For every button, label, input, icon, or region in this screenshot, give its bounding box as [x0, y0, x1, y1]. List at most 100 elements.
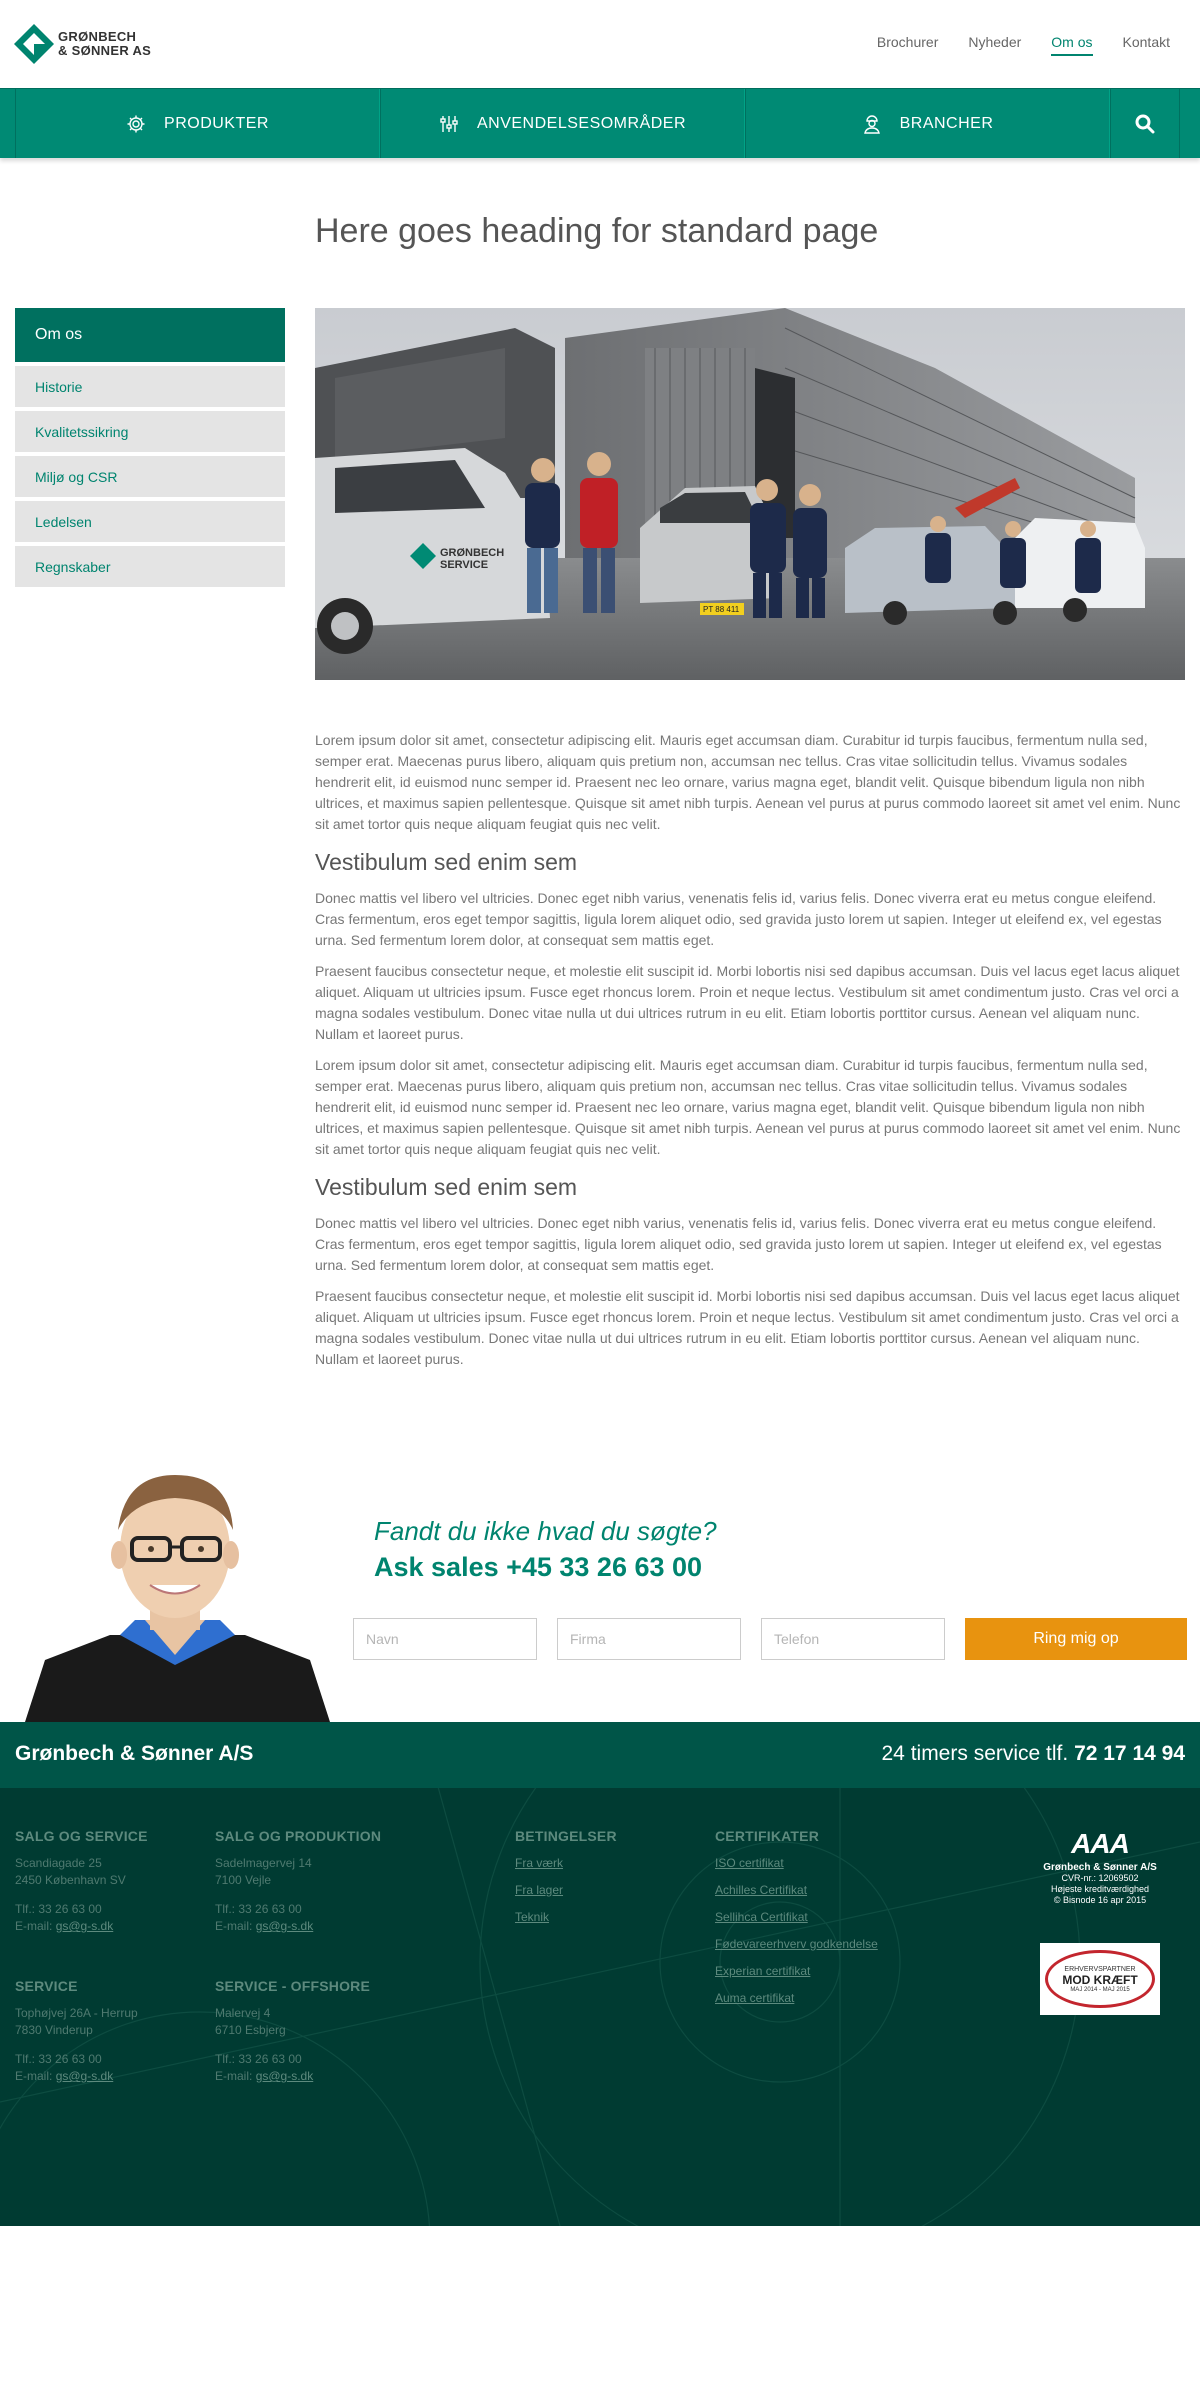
- aaa-company: Grønbech & Sønner A/S: [1043, 1862, 1157, 1873]
- article-paragraph: Praesent faucibus consectetur neque, et …: [315, 1288, 1180, 1367]
- footer-link-auma[interactable]: Auma certifikat: [715, 1990, 878, 2007]
- phone-input[interactable]: [761, 1618, 945, 1660]
- article-subheading: Vestibulum sed enim sem: [315, 849, 578, 875]
- footer-heading: SERVICE: [15, 1978, 78, 1994]
- footer-tel: Tlf.: 33 26 63 00: [215, 2052, 302, 2066]
- van-text-2: SERVICE: [440, 559, 488, 571]
- footer-address: 7100 Vejle: [215, 1873, 272, 1887]
- aaa-line: Højeste kreditværdighed: [1050, 1884, 1150, 1894]
- article-paragraph: Lorem ipsum dolor sit amet, consectetur …: [315, 732, 1181, 832]
- footer-link-teknik[interactable]: Teknik: [515, 1909, 617, 1926]
- top-bar: GRØNBECH & SØNNER AS Brochurer Nyheder O…: [0, 0, 1200, 88]
- top-nav-kontakt[interactable]: Kontakt: [1123, 34, 1170, 56]
- company-input[interactable]: [557, 1618, 741, 1660]
- footer-heading: SERVICE - OFFSHORE: [215, 1978, 371, 1994]
- footer-email-link[interactable]: gs@g-s.dk: [56, 1919, 114, 1933]
- footer-link-iso[interactable]: ISO certifikat: [715, 1855, 878, 1872]
- footer-heading: SALG OG SERVICE: [15, 1828, 148, 1844]
- footer-tel: Tlf.: 33 26 63 00: [215, 1902, 302, 1916]
- top-nav: Brochurer Nyheder Om os Kontakt: [877, 34, 1170, 56]
- top-nav-brochurer[interactable]: Brochurer: [877, 34, 938, 56]
- sidebar-heading[interactable]: Om os: [15, 308, 285, 362]
- main-nav-brancher[interactable]: BRANCHER: [745, 89, 1110, 158]
- footer-col-offshore: SERVICE - OFFSHORE Malervej 4 6710 Esbje…: [215, 1978, 370, 2085]
- logo-line-1: GRØNBECH: [58, 29, 137, 44]
- footer-address: Scandiagade 25: [15, 1856, 102, 1870]
- sidebar-item-regnskaber[interactable]: Regnskaber: [15, 546, 285, 587]
- main-nav-label: BRANCHER: [899, 114, 994, 132]
- footer-tel: Tlf.: 33 26 63 00: [15, 1902, 102, 1916]
- search-icon: [1135, 114, 1155, 133]
- license-plate: PT 88 411: [703, 605, 740, 614]
- top-nav-nyheder[interactable]: Nyheder: [968, 34, 1021, 56]
- logo-line-2: & SØNNER AS: [58, 43, 152, 58]
- name-input[interactable]: [353, 1618, 537, 1660]
- footer-address: 7830 Vinderup: [15, 2023, 93, 2037]
- email-label: E-mail:: [215, 2069, 253, 2083]
- footer-link-sellihca[interactable]: Sellihca Certifikat: [715, 1909, 878, 1926]
- logo[interactable]: GRØNBECH & SØNNER AS: [14, 24, 151, 64]
- hero-image: GRØNBECH SERVICE PT 88 411: [315, 308, 1185, 680]
- footer-bar: Grønbech & Sønner A/S 24 timers service …: [0, 1722, 1200, 1788]
- footer-email-link[interactable]: gs@g-s.dk: [56, 2069, 114, 2083]
- article-paragraph: Praesent faucibus consectetur neque, et …: [315, 963, 1180, 1042]
- sales-phone[interactable]: Ask sales +45 33 26 63 00: [374, 1552, 702, 1583]
- sidebar-item-historie[interactable]: Historie: [15, 366, 285, 407]
- footer-email-link[interactable]: gs@g-s.dk: [256, 1919, 314, 1933]
- badge-ring: ERHVERVSPARTNER MOD KRÆFT MAJ 2014 - MAJ…: [1045, 1950, 1155, 2008]
- van-text-1: GRØNBECH: [440, 547, 504, 559]
- email-label: E-mail:: [15, 2069, 53, 2083]
- page-title: Here goes heading for standard page: [315, 212, 879, 250]
- footer-link-fra-vaerk[interactable]: Fra værk: [515, 1855, 617, 1872]
- footer-address: 6710 Esbjerg: [215, 2023, 286, 2037]
- footer-link-fra-lager[interactable]: Fra lager: [515, 1882, 617, 1899]
- sliders-icon: [439, 114, 459, 134]
- top-nav-om-os[interactable]: Om os: [1051, 34, 1093, 56]
- cancer-partner-badge[interactable]: ERHVERVSPARTNER MOD KRÆFT MAJ 2014 - MAJ…: [1040, 1943, 1160, 2015]
- logo-text: GRØNBECH & SØNNER AS: [58, 30, 151, 58]
- footer-col-salg-service: SALG OG SERVICE Scandiagade 25 2450 Købe…: [15, 1828, 148, 1935]
- footer-address: 2450 København SV: [15, 1873, 126, 1887]
- site-header: GRØNBECH & SØNNER AS Brochurer Nyheder O…: [0, 0, 1200, 158]
- aaa-rating: AAA: [1071, 1828, 1130, 1859]
- footer-email-link[interactable]: gs@g-s.dk: [256, 2069, 314, 2083]
- service-phone: 24 timers service tlf. 72 17 14 94: [882, 1742, 1186, 1766]
- sidebar-item-miljo-csr[interactable]: Miljø og CSR: [15, 456, 285, 497]
- footer-link-fodevare[interactable]: Fødevareerhverv godkendelse: [715, 1936, 878, 1953]
- sidebar-item-kvalitetssikring[interactable]: Kvalitetssikring: [15, 411, 285, 452]
- main-nav-label: PRODUKTER: [164, 114, 269, 132]
- article-subheading: Vestibulum sed enim sem: [315, 1174, 578, 1200]
- footer-link-experian[interactable]: Experian certifikat: [715, 1963, 878, 1980]
- salesperson-photo: [15, 1460, 340, 1722]
- main-nav: PRODUKTER ANVENDELSESOMRÅDER BRANCHER: [0, 88, 1200, 158]
- main-nav-anvendelsesomraader[interactable]: ANVENDELSESOMRÅDER: [380, 89, 745, 158]
- footer-col-certifikater: CERTIFIKATER ISO certifikat Achilles Cer…: [715, 1828, 878, 2017]
- service-number[interactable]: 72 17 14 94: [1074, 1742, 1185, 1765]
- aaa-cvr: CVR-nr.: 12069502: [1061, 1873, 1139, 1883]
- article: Lorem ipsum dolor sit amet, consectetur …: [315, 730, 1185, 1380]
- email-label: E-mail:: [15, 1919, 53, 1933]
- footer-address: Tophøjvej 26A - Herrup: [15, 2006, 138, 2020]
- footer-heading: BETINGELSER: [515, 1828, 617, 1844]
- email-label: E-mail:: [215, 1919, 253, 1933]
- search-button[interactable]: [1110, 89, 1180, 158]
- logo-diamond-icon: [14, 24, 54, 64]
- sidebar: Om os Historie Kvalitetssikring Miljø og…: [15, 308, 285, 591]
- article-paragraph: Lorem ipsum dolor sit amet, consectetur …: [315, 1057, 1181, 1157]
- sales-question: Fandt du ikke hvad du søgte?: [374, 1516, 717, 1546]
- gear-icon: [126, 114, 146, 134]
- aaa-rating-badge[interactable]: AAA Grønbech & Sønner A/S CVR-nr.: 12069…: [1035, 1828, 1165, 1906]
- footer-heading: SALG OG PRODUKTION: [215, 1828, 382, 1844]
- article-paragraph: Donec mattis vel libero vel ultricies. D…: [315, 1215, 1162, 1273]
- footer-link-achilles[interactable]: Achilles Certifikat: [715, 1882, 878, 1899]
- badge-dates: MAJ 2014 - MAJ 2015: [1070, 1986, 1130, 1993]
- site-footer: SALG OG SERVICE Scandiagade 25 2450 Købe…: [0, 1788, 1200, 2226]
- sidebar-item-ledelsen[interactable]: Ledelsen: [15, 501, 285, 542]
- article-paragraph: Donec mattis vel libero vel ultricies. D…: [315, 890, 1162, 948]
- footer-address: Malervej 4: [215, 2006, 271, 2020]
- call-me-button[interactable]: Ring mig op: [965, 1618, 1187, 1660]
- main-nav-produkter[interactable]: PRODUKTER: [15, 89, 380, 158]
- footer-col-service: SERVICE Tophøjvej 26A - Herrup 7830 Vind…: [15, 1978, 138, 2085]
- footer-tel: Tlf.: 33 26 63 00: [15, 2052, 102, 2066]
- callback-form: Ring mig op: [353, 1618, 1187, 1660]
